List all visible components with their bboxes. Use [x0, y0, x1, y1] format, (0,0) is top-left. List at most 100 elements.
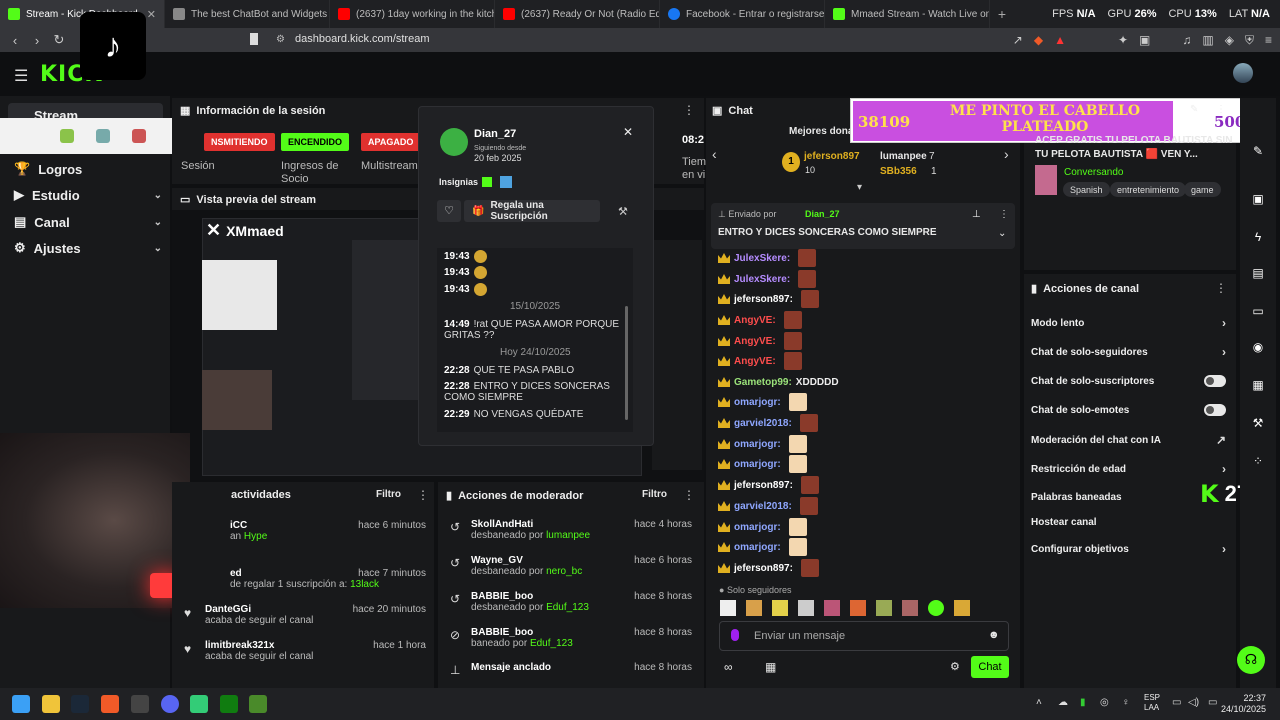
- cloud-icon[interactable]: ☁: [1058, 697, 1068, 708]
- tag-chip[interactable]: game: [1184, 182, 1221, 197]
- emote-icon[interactable]: [720, 600, 736, 616]
- chat-username[interactable]: Gametop99:: [734, 377, 792, 388]
- document-icon[interactable]: ▤: [1250, 266, 1266, 282]
- forward-icon[interactable]: ›: [26, 33, 48, 48]
- site-info-icon[interactable]: ⚙: [276, 34, 285, 45]
- configure-goals-item[interactable]: Configurar objetivos ›: [1031, 542, 1226, 556]
- back-icon[interactable]: ‹: [4, 33, 26, 48]
- chat-username[interactable]: AngyVE:: [734, 315, 776, 326]
- share-icon[interactable]: ↗: [1013, 33, 1023, 47]
- chat-username[interactable]: AngyVE:: [734, 356, 776, 367]
- emote-icon[interactable]: [902, 600, 918, 616]
- microphone-icon[interactable]: [731, 629, 739, 641]
- tab-kick-watch[interactable]: Mmaed Stream - Watch Live on Kick: [825, 0, 990, 28]
- lightning-icon[interactable]: ϟ: [1250, 230, 1266, 246]
- close-icon[interactable]: ✕: [147, 8, 156, 21]
- chat-username[interactable]: omarjogr:: [734, 522, 781, 533]
- gift-icon[interactable]: ▦: [765, 660, 776, 674]
- emote-icon[interactable]: [954, 600, 970, 616]
- tab-facebook[interactable]: Facebook - Entrar o registrarse: [660, 0, 825, 28]
- emote-icon[interactable]: [850, 600, 866, 616]
- menu-icon[interactable]: ≡: [1265, 33, 1272, 47]
- chevron-right-icon[interactable]: ›: [1004, 146, 1009, 162]
- language-indicator[interactable]: ESP LAA: [1144, 693, 1160, 713]
- ai-moderation-item[interactable]: Moderación del chat con IA ↗: [1031, 433, 1226, 447]
- xbox-icon[interactable]: [220, 695, 238, 713]
- slow-mode-item[interactable]: Modo lento ›: [1031, 316, 1226, 330]
- chat-username[interactable]: jeferson897:: [734, 563, 793, 574]
- tab-youtube-1[interactable]: (2637) 1day working in the kitchen 🎯: [330, 0, 495, 28]
- tab-chatbot[interactable]: The best ChatBot and Widgets for Kic: [165, 0, 330, 28]
- tag-chip[interactable]: entretenimiento: [1110, 182, 1187, 197]
- rewards-icon[interactable]: ▲: [1054, 33, 1066, 47]
- chat-username[interactable]: garviel2018:: [734, 418, 792, 429]
- chat-username[interactable]: omarjogr:: [734, 459, 781, 470]
- chat-username[interactable]: omarjogr:: [734, 439, 781, 450]
- brave-browser-icon[interactable]: [101, 695, 119, 713]
- chat-username[interactable]: AngyVE:: [734, 336, 776, 347]
- more-options-icon[interactable]: ⋮: [1215, 281, 1227, 295]
- broadcast-icon[interactable]: ◉: [1250, 340, 1266, 356]
- emote-icon[interactable]: [798, 600, 814, 616]
- more-options-icon[interactable]: ⋮: [1216, 104, 1226, 115]
- chevron-left-icon[interactable]: ‹: [712, 146, 717, 162]
- volume-icon[interactable]: ◁): [1188, 697, 1199, 708]
- gift-sub-button[interactable]: 🎁 Regala una Suscripción: [464, 200, 600, 222]
- wrench-icon[interactable]: ⚒: [1250, 416, 1266, 432]
- vpn-icon[interactable]: ⛨: [1245, 33, 1254, 48]
- tab-youtube-2[interactable]: (2637) Ready Or Not (Radio Edit) - Yo: [495, 0, 660, 28]
- tray-app-icon[interactable]: ▮: [1080, 697, 1086, 708]
- age-restriction-item[interactable]: Restricción de edad ›: [1031, 462, 1226, 476]
- emote-icon[interactable]: [876, 600, 892, 616]
- emoji-icon[interactable]: ☻: [988, 629, 1000, 641]
- tray-app-icon[interactable]: ◎: [1100, 697, 1109, 708]
- more-options-icon[interactable]: ⋮: [683, 103, 695, 117]
- mod-hammer-icon[interactable]: ⚒: [618, 205, 628, 218]
- chat-input[interactable]: Enviar un mensaje: [719, 621, 1009, 651]
- category-thumbnail[interactable]: [1035, 165, 1057, 195]
- emote-icon[interactable]: [772, 600, 788, 616]
- file-explorer-icon[interactable]: [42, 695, 60, 713]
- sidebar-item-logros[interactable]: 🏆 Logros: [14, 159, 162, 179]
- system-clock[interactable]: 22:37 24/10/2025: [1221, 693, 1266, 715]
- emotes-only-item[interactable]: Chat de solo-emotes: [1031, 404, 1226, 416]
- donor-name[interactable]: SBb356: [880, 166, 917, 177]
- chat-username[interactable]: omarjogr:: [734, 542, 781, 553]
- chat-username[interactable]: JulexSkere:: [734, 253, 790, 264]
- brave-shield-icon[interactable]: ◆: [1034, 33, 1043, 47]
- new-tab-button[interactable]: +: [990, 6, 1014, 22]
- gear-icon[interactable]: ⚙: [950, 660, 960, 673]
- support-button[interactable]: ☊: [1237, 646, 1265, 674]
- scrollbar[interactable]: [625, 306, 628, 420]
- edit-icon[interactable]: ✎: [1250, 144, 1266, 160]
- chat-icon[interactable]: ▭: [1250, 304, 1266, 320]
- dots-icon[interactable]: ⁘: [1250, 454, 1266, 470]
- chat-username[interactable]: garviel2018:: [734, 501, 792, 512]
- reload-icon[interactable]: ↻: [48, 32, 70, 48]
- chevron-down-icon[interactable]: ⌄: [998, 228, 1006, 239]
- emotes-only-toggle[interactable]: [1204, 404, 1226, 416]
- donor-name[interactable]: jeferson897: [804, 151, 860, 162]
- emote-icon[interactable]: [746, 600, 762, 616]
- app-icon[interactable]: [131, 695, 149, 713]
- tray-chevron-icon[interactable]: ˄: [1036, 697, 1042, 708]
- sidebar-item-canal[interactable]: ▤ Canal ⌄: [14, 212, 162, 232]
- layout-icon[interactable]: ▦: [1250, 378, 1266, 394]
- category-link[interactable]: Conversando: [1064, 167, 1123, 178]
- followers-only-item[interactable]: Chat de solo-seguidores ›: [1031, 345, 1226, 359]
- points-icon[interactable]: ∞: [724, 660, 733, 674]
- battery-icon[interactable]: ▭: [1208, 697, 1217, 708]
- follow-heart-button[interactable]: ♡: [437, 200, 461, 222]
- collapse-icon[interactable]: ▾: [857, 182, 862, 193]
- sidebar-item-estudio[interactable]: ▶ Estudio ⌄: [14, 185, 162, 205]
- minecraft-icon[interactable]: [249, 695, 267, 713]
- url-field[interactable]: dashboard.kick.com/stream: [295, 33, 430, 45]
- banned-words-item[interactable]: Palabras baneadas: [1031, 492, 1191, 503]
- close-icon[interactable]: ✕: [623, 125, 633, 139]
- hamburger-menu-icon[interactable]: ☰: [14, 66, 28, 86]
- sidebar-icon[interactable]: ▥: [1202, 33, 1213, 47]
- chat-username[interactable]: jeferson897:: [734, 294, 793, 305]
- spreadsheet-icon[interactable]: [190, 695, 208, 713]
- host-channel-item[interactable]: Hostear canal: [1031, 517, 1226, 528]
- bookmark-icon[interactable]: [250, 33, 258, 45]
